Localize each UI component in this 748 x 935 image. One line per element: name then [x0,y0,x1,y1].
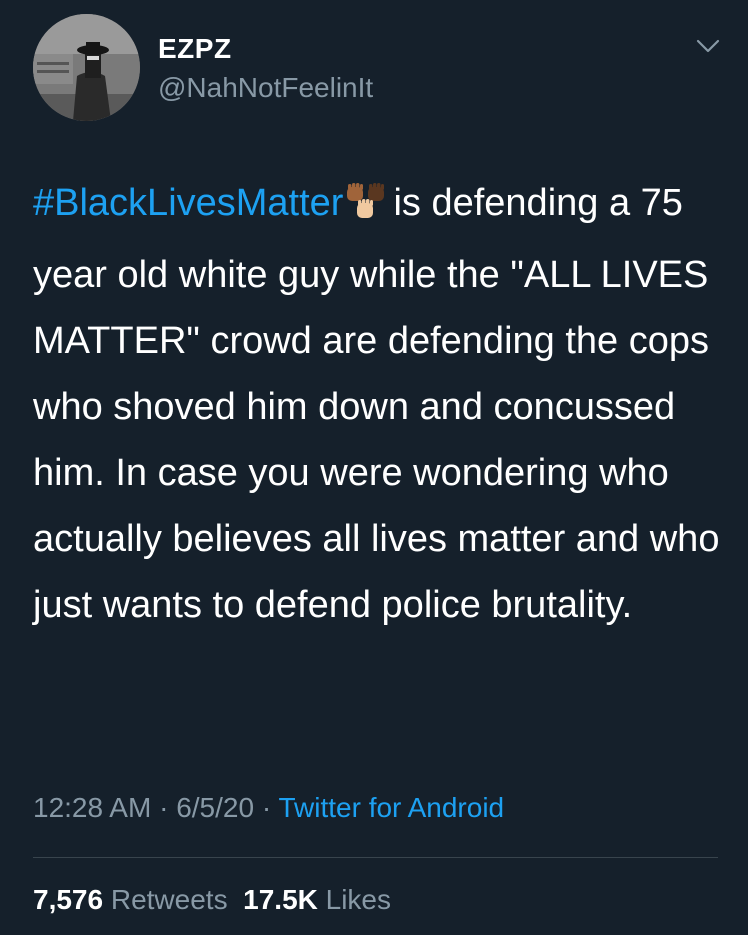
chevron-down-icon[interactable] [696,37,720,55]
raised-fists-emoji-icon [345,176,387,242]
hashtag-link[interactable]: #BlackLivesMatter [33,182,343,224]
retweets-count: 7,576 [33,884,104,915]
tweet-date[interactable]: 6/5/20 [176,792,254,823]
avatar[interactable] [33,14,140,121]
likes-count: 17.5K [243,884,318,915]
meta-separator: · [254,792,279,823]
tweet-stats: 7,576 Retweets 17.5K Likes [33,884,391,916]
tweet-source-link[interactable]: Twitter for Android [278,792,504,823]
display-name[interactable]: EZPZ [158,33,232,65]
user-handle[interactable]: @NahNotFeelinIt [158,72,373,104]
likes-label: Likes [325,884,392,915]
tweet-meta: 12:28 AM · 6/5/20 · Twitter for Android [33,792,504,824]
tweet-body-text: is defending a 75 year old white guy whi… [33,182,720,626]
retweets-label: Retweets [110,884,228,915]
likes-stat[interactable]: 17.5K Likes [243,884,391,915]
retweets-stat[interactable]: 7,576 Retweets [33,884,228,915]
meta-separator: · [151,792,177,823]
avatar-photo [33,14,140,121]
tweet-text: #BlackLivesMatter is defending a 75 year … [33,170,723,638]
tweet-time[interactable]: 12:28 AM [33,792,151,823]
tweet-card: EZPZ @NahNotFeelinIt #BlackLivesMatter is… [0,0,748,935]
divider [33,857,718,858]
